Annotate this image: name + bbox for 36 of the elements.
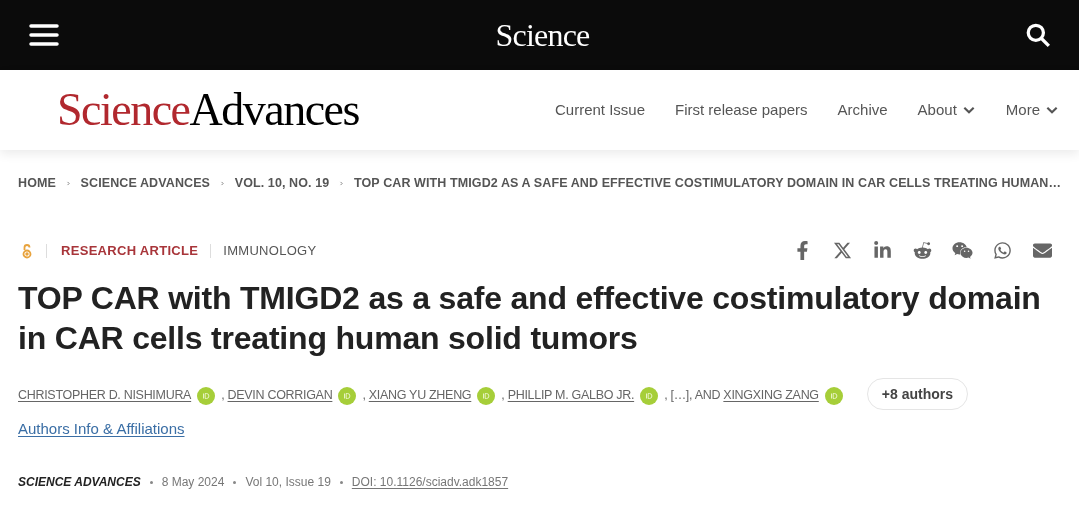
subject-label[interactable]: IMMUNOLOGY xyxy=(223,240,317,261)
author-link[interactable]: XIANG YU ZHENG xyxy=(368,388,472,403)
issue-label[interactable]: Vol 10, Issue 19 xyxy=(245,473,331,492)
search-icon[interactable] xyxy=(1025,22,1051,48)
author-link[interactable]: DEVIN CORRIGAN xyxy=(227,388,333,403)
breadcrumb-link[interactable]: HOME xyxy=(18,174,56,193)
author-link[interactable]: XINGXING ZANG xyxy=(723,388,819,403)
nav-link[interactable]: Archive xyxy=(837,98,888,122)
nav-link[interactable]: First release papers xyxy=(675,98,808,122)
breadcrumb-link[interactable]: TOP CAR WITH TMIGD2 AS A SAFE AND EFFECTIVE COSTIMULATORY DOMAIN IN CAR CELLS TREATING HUMAN… xyxy=(354,174,1061,193)
linkedin-icon[interactable] xyxy=(872,241,893,260)
mail-icon[interactable] xyxy=(1032,241,1053,260)
article-title: TOP CAR with TMIGD2 as a safe and effective costimulatory domain in CAR cells treating human solid tumors xyxy=(17,279,1042,359)
menu-icon[interactable] xyxy=(28,23,60,47)
article-type: RESEARCH ARTICLE xyxy=(61,241,199,260)
affiliations-link[interactable]: Authors Info & Affiliations xyxy=(18,420,185,438)
whatsapp-icon[interactable] xyxy=(992,241,1013,260)
byline-text: , xyxy=(501,388,506,403)
publish-date: 8 May 2024 xyxy=(161,474,225,492)
x-icon[interactable] xyxy=(832,241,853,260)
doi-link[interactable]: DOI: 10.1126/sciadv.adk1857 xyxy=(351,473,509,492)
author-link[interactable]: CHRISTOPHER D. NISHIMURA xyxy=(18,388,192,403)
nav-link[interactable]: About xyxy=(917,98,976,122)
nav-link[interactable]: More xyxy=(1005,98,1059,122)
breadcrumb-link[interactable]: VOL. 10, NO. 19 xyxy=(234,174,330,193)
byline-text: , xyxy=(221,388,226,403)
wechat-icon[interactable] xyxy=(952,241,973,260)
byline-text: , xyxy=(362,388,367,403)
breadcrumb-link[interactable]: SCIENCE ADVANCES xyxy=(80,174,210,193)
nav-link[interactable]: Current Issue xyxy=(554,98,645,122)
journal-logo[interactable]: ScienceAdvances xyxy=(57,87,359,133)
journal-name[interactable]: SCIENCE ADVANCES xyxy=(18,473,141,492)
reddit-icon[interactable] xyxy=(912,241,933,260)
author-link[interactable]: PHILLIP M. GALBO JR. xyxy=(507,388,635,403)
site-logo[interactable]: Science xyxy=(495,11,590,59)
byline-text: , […], AND xyxy=(664,388,722,403)
